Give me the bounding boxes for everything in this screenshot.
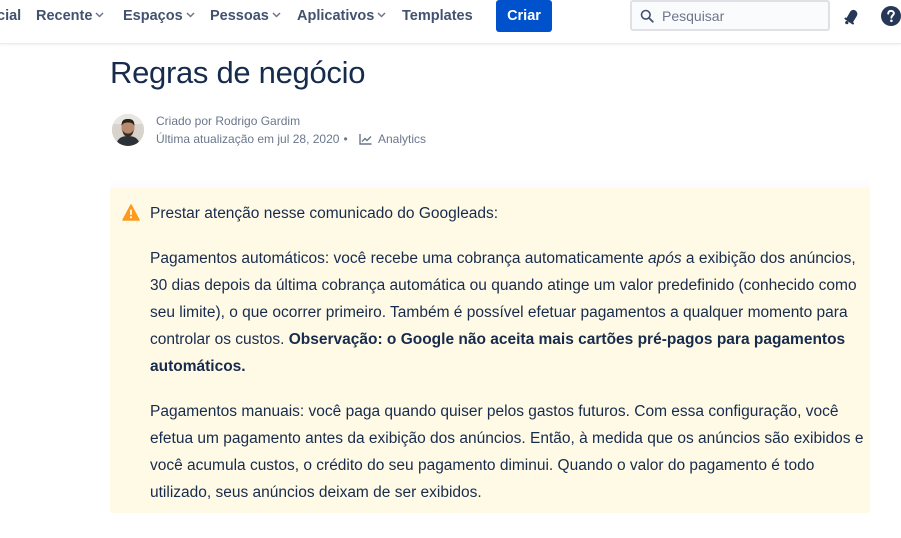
nav-item-label: Pessoas [210,8,269,24]
nav-item-label: Aplicativos [297,8,375,24]
nav-item-label: Espaços [123,8,183,24]
panel-heading: Prestar atenção nesse comunicado do Goog… [150,205,499,222]
avatar[interactable] [112,114,144,146]
nav-item-home[interactable]: cial [0,8,21,28]
nav-item-label: Templates [402,8,473,24]
search-icon [640,9,654,23]
chevron-down-icon [377,12,386,18]
nav-item-label: Recente [36,8,93,24]
nav-item-people[interactable]: Pessoas [210,8,281,28]
search-box[interactable] [630,0,830,31]
automatic-payments-paragraph: Pagamentos automáticos: você recebe uma … [150,245,865,380]
warning-panel: Prestar atenção nesse comunicado do Goog… [110,188,870,513]
chevron-down-icon [95,12,104,18]
panel-top-shade [110,178,870,188]
nav-item-spaces[interactable]: Espaços [123,8,195,28]
nav-item-recent[interactable]: Recente [36,8,104,28]
page-byline: Criado por Rodrigo Gardim Última atualiz… [156,112,426,148]
emphasis-text: após [648,250,682,267]
help-icon[interactable] [881,6,901,26]
search-input[interactable] [662,6,822,26]
paragraph-text: Pagamentos automáticos: você recebe uma … [150,250,648,267]
chevron-down-icon [272,12,281,18]
manual-payments-paragraph: Pagamentos manuais: você paga quando qui… [150,403,864,501]
nav-item-label: cial [0,8,22,24]
nav-item-templates[interactable]: Templates [402,8,473,28]
last-updated-text[interactable]: Última atualização em jul 28, 2020 [156,132,339,146]
analytics-chart-icon [359,134,372,145]
byline-separator: • [343,132,348,146]
warning-icon [122,204,140,221]
analytics-label: Analytics [377,132,427,146]
analytics-link[interactable]: Analytics [359,130,426,148]
created-by-text: Criado por Rodrigo Gardim [156,114,301,128]
bell-icon[interactable] [842,6,862,26]
page-title: Regras de negócio [110,55,366,90]
chevron-down-icon [186,12,195,18]
create-button[interactable]: Criar [496,0,552,32]
panel-content: Prestar atenção nesse comunicado do Goog… [150,200,865,524]
user-avatar-icon [112,114,144,146]
top-navigation: cial Recente Espaços Pessoas Aplicativos… [0,0,901,44]
nav-item-apps[interactable]: Aplicativos [297,8,386,28]
